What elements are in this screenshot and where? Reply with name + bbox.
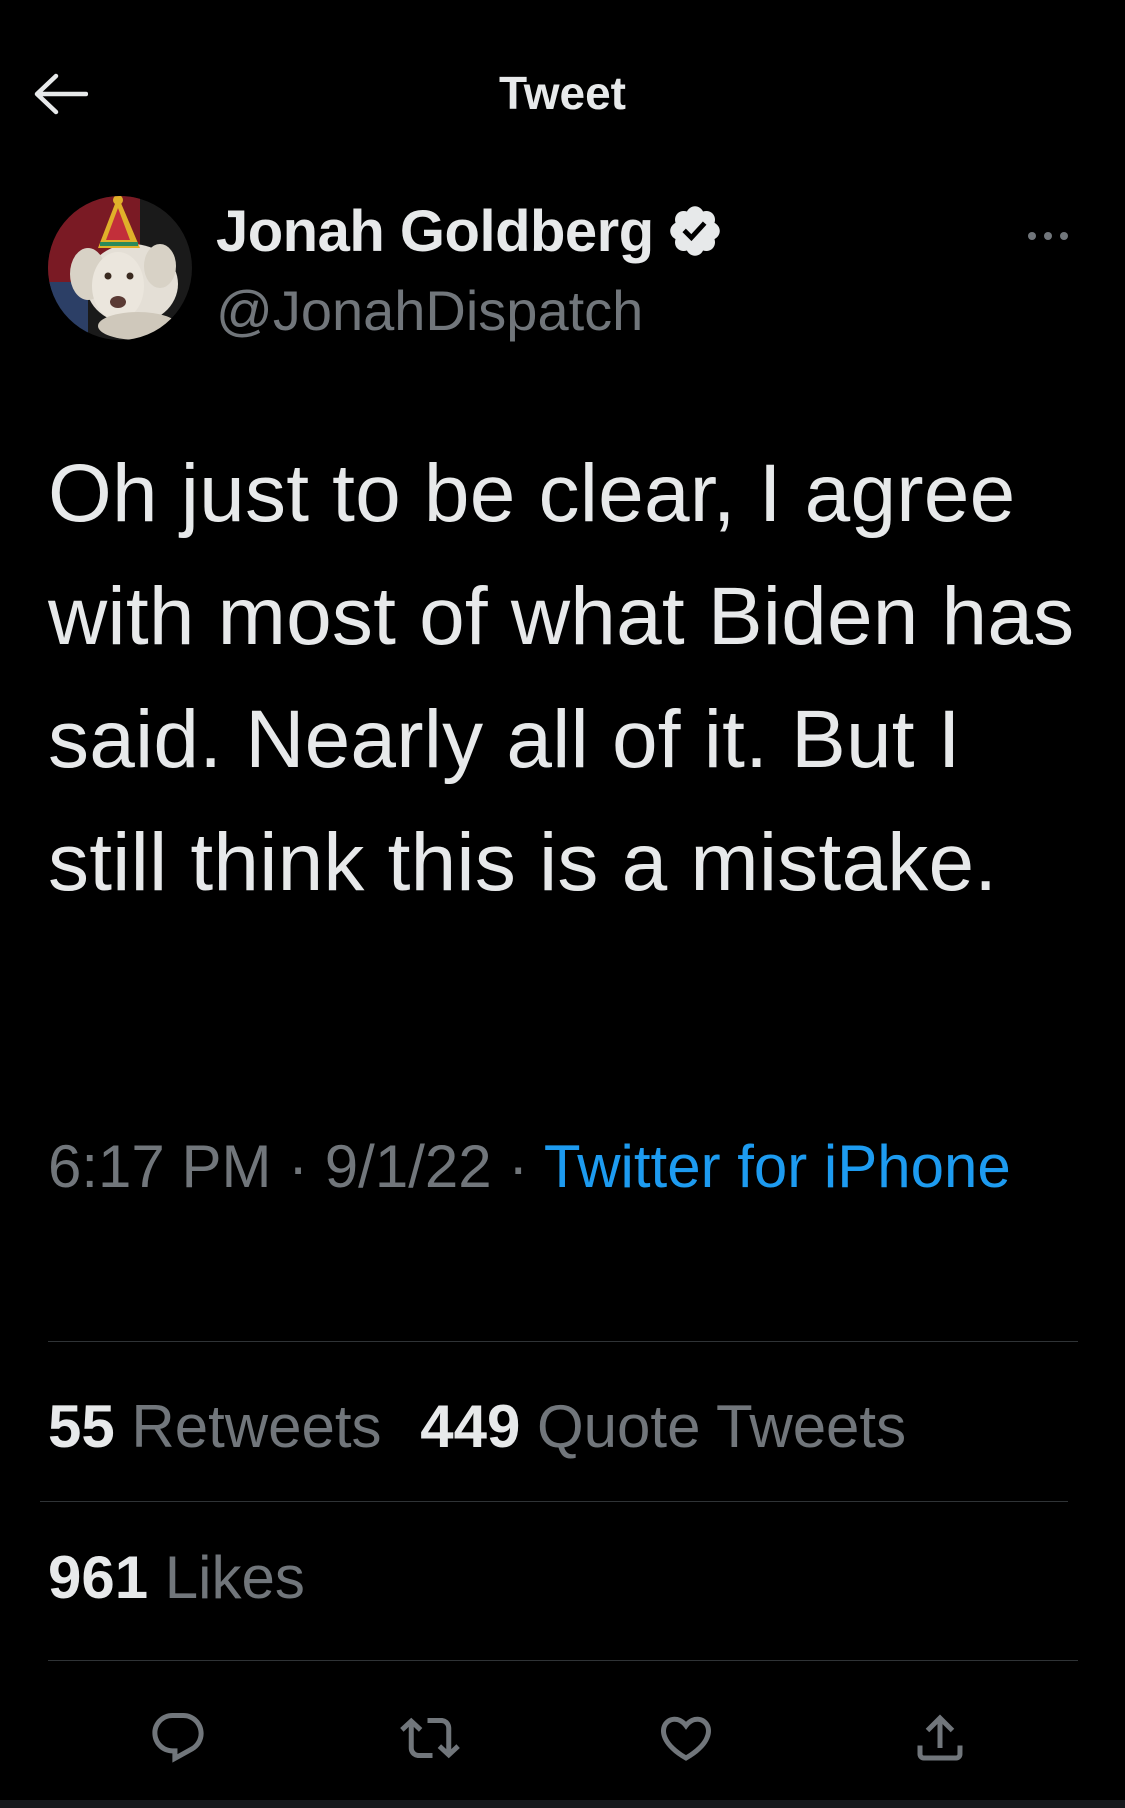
more-options-button[interactable]: [1018, 216, 1078, 256]
user-handle[interactable]: @JonahDispatch: [216, 278, 643, 343]
share-button[interactable]: [908, 1706, 972, 1770]
divider: [48, 1341, 1078, 1342]
retweet-stats-row: 55 Retweets 449 Quote Tweets: [48, 1392, 928, 1461]
reply-button[interactable]: [146, 1706, 210, 1770]
retweets-count: 55: [48, 1393, 115, 1460]
name-row: Jonah Goldberg: [216, 196, 724, 266]
avatar[interactable]: [48, 196, 192, 340]
meta-separator: ·: [508, 1133, 529, 1200]
like-button[interactable]: [654, 1706, 718, 1770]
tweet-author: Jonah Goldberg @JonahDispatch: [48, 196, 1078, 346]
likes-stat[interactable]: 961 Likes: [48, 1544, 305, 1611]
display-name[interactable]: Jonah Goldberg: [216, 198, 654, 265]
top-bar: Tweet: [0, 0, 1125, 190]
retweets-stat[interactable]: 55 Retweets: [48, 1393, 382, 1460]
divider: [40, 1501, 1068, 1502]
reply-icon: [152, 1713, 204, 1763]
tweet-time[interactable]: 6:17 PM: [48, 1133, 271, 1200]
tweet-source-link[interactable]: Twitter for iPhone: [544, 1133, 1011, 1200]
bottom-edge: [0, 1800, 1125, 1808]
likes-label: Likes: [164, 1544, 305, 1611]
verified-badge-icon: [666, 202, 724, 260]
likes-count: 961: [48, 1544, 149, 1611]
more-horizontal-icon: [1028, 232, 1068, 240]
retweet-button[interactable]: [398, 1706, 462, 1770]
quote-tweets-label: Quote Tweets: [536, 1393, 907, 1460]
heart-icon: [660, 1716, 712, 1761]
divider: [48, 1660, 1078, 1661]
share-icon: [917, 1714, 963, 1761]
tweet-date[interactable]: 9/1/22: [325, 1133, 492, 1200]
retweet-icon: [400, 1717, 460, 1759]
tweet-actions: [0, 1700, 1125, 1772]
quote-tweets-count: 449: [420, 1393, 521, 1460]
tweet-text: Oh just to be clear, I agree with most o…: [48, 448, 1075, 908]
meta-separator: ·: [288, 1133, 309, 1200]
page-title: Tweet: [499, 67, 626, 119]
dog-avatar-image: [48, 196, 192, 340]
quote-tweets-stat[interactable]: 449 Quote Tweets: [420, 1393, 906, 1460]
tweet-meta: 6:17 PM · 9/1/22 · Twitter for iPhone: [48, 1124, 1048, 1210]
retweets-label: Retweets: [131, 1393, 382, 1460]
likes-stats-row: 961 Likes: [48, 1543, 327, 1612]
